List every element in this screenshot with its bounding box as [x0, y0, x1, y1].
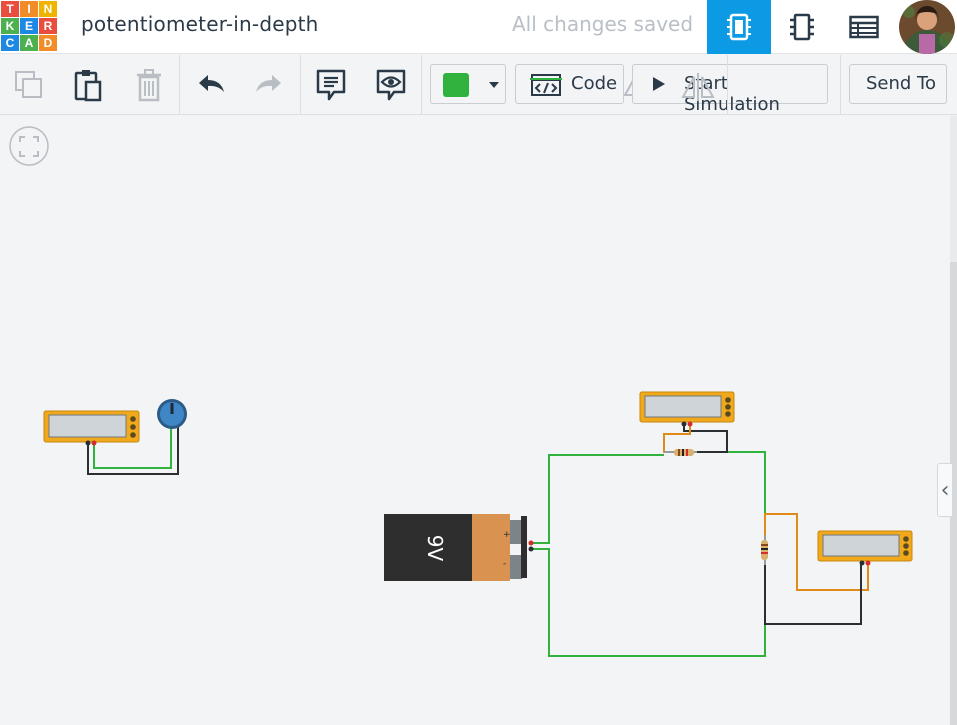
delete-button[interactable]: [127, 63, 171, 107]
battery-minus: -: [503, 559, 506, 569]
component-list-button[interactable]: [832, 0, 896, 54]
resistor-top[interactable]: [664, 449, 697, 456]
top-bar: T I N K E R C A D potentiometer-in-depth…: [0, 0, 957, 54]
mirror-button[interactable]: [680, 71, 716, 103]
notes-visibility-icon: [376, 69, 406, 101]
logo-letter: E: [20, 18, 38, 34]
color-icon: [443, 73, 469, 97]
notes-visibility-button[interactable]: [369, 63, 413, 107]
multimeter-top[interactable]: [639, 391, 735, 423]
battery-label: 9V: [423, 535, 447, 562]
code-button[interactable]: Code: [515, 64, 624, 104]
chevron-left-icon: ‹: [940, 477, 950, 503]
avatar-image: [899, 0, 955, 54]
delete-icon: [137, 69, 161, 102]
send-to-label: Send To: [866, 73, 937, 94]
paste-button[interactable]: [66, 63, 110, 107]
tinkercad-logo[interactable]: T I N K E R C A D: [0, 0, 57, 52]
play-icon: [653, 77, 665, 91]
logo-letter: R: [39, 18, 57, 34]
logo-letter: C: [1, 35, 19, 51]
chevron-down-icon: [489, 82, 499, 88]
multimeter-left[interactable]: [43, 410, 140, 443]
component-list-icon: [849, 15, 879, 39]
battery-9v[interactable]: 9V + -: [384, 514, 527, 581]
workplane-canvas[interactable]: 9V + -: [0, 116, 950, 725]
fit-view-button[interactable]: [9, 126, 49, 166]
code-icon: [530, 74, 562, 96]
toolbar-divider: [179, 55, 180, 115]
color-picker[interactable]: [430, 64, 506, 104]
toolbar-divider: [840, 55, 841, 115]
circuit-drawing: 9V + -: [9, 126, 913, 657]
copy-button[interactable]: [7, 63, 51, 107]
undo-icon: [199, 75, 224, 92]
logo-letter: N: [39, 1, 57, 17]
design-title[interactable]: potentiometer-in-depth: [81, 12, 319, 36]
battery-plus: +: [503, 530, 511, 540]
resistor-right[interactable]: [761, 535, 768, 565]
save-status: All changes saved: [512, 12, 694, 36]
logo-letter: D: [39, 35, 57, 51]
schematic-view-icon: [790, 13, 814, 41]
circuit-view-icon: [727, 13, 751, 41]
mirror-icon: [681, 73, 715, 101]
toolbar-divider: [300, 55, 301, 115]
logo-letter: A: [20, 35, 38, 51]
logo-letter: I: [20, 1, 38, 17]
user-avatar[interactable]: [899, 0, 955, 54]
components-panel-toggle[interactable]: ‹: [937, 463, 953, 517]
potentiometer[interactable]: [157, 399, 187, 429]
undo-button[interactable]: [189, 63, 233, 107]
redo-button[interactable]: [247, 63, 291, 107]
circuit-view-button[interactable]: [707, 0, 771, 54]
edit-toolbar: Code Start Simulation Send To: [0, 55, 957, 115]
redo-icon: [256, 75, 281, 92]
code-button-label: Code: [571, 73, 618, 94]
logo-letter: K: [1, 18, 19, 34]
notes-button[interactable]: [309, 63, 353, 107]
send-to-button[interactable]: Send To: [849, 64, 947, 104]
paste-icon: [74, 70, 102, 102]
start-simulation-button[interactable]: Start Simulation: [632, 64, 828, 115]
copy-icon: [15, 71, 42, 98]
toolbar-divider: [421, 55, 422, 115]
schematic-view-button[interactable]: [770, 0, 834, 54]
toolbar-divider: [727, 55, 728, 115]
notes-icon: [316, 69, 346, 101]
logo-letter: T: [1, 1, 19, 17]
multimeter-right[interactable]: [817, 530, 913, 562]
